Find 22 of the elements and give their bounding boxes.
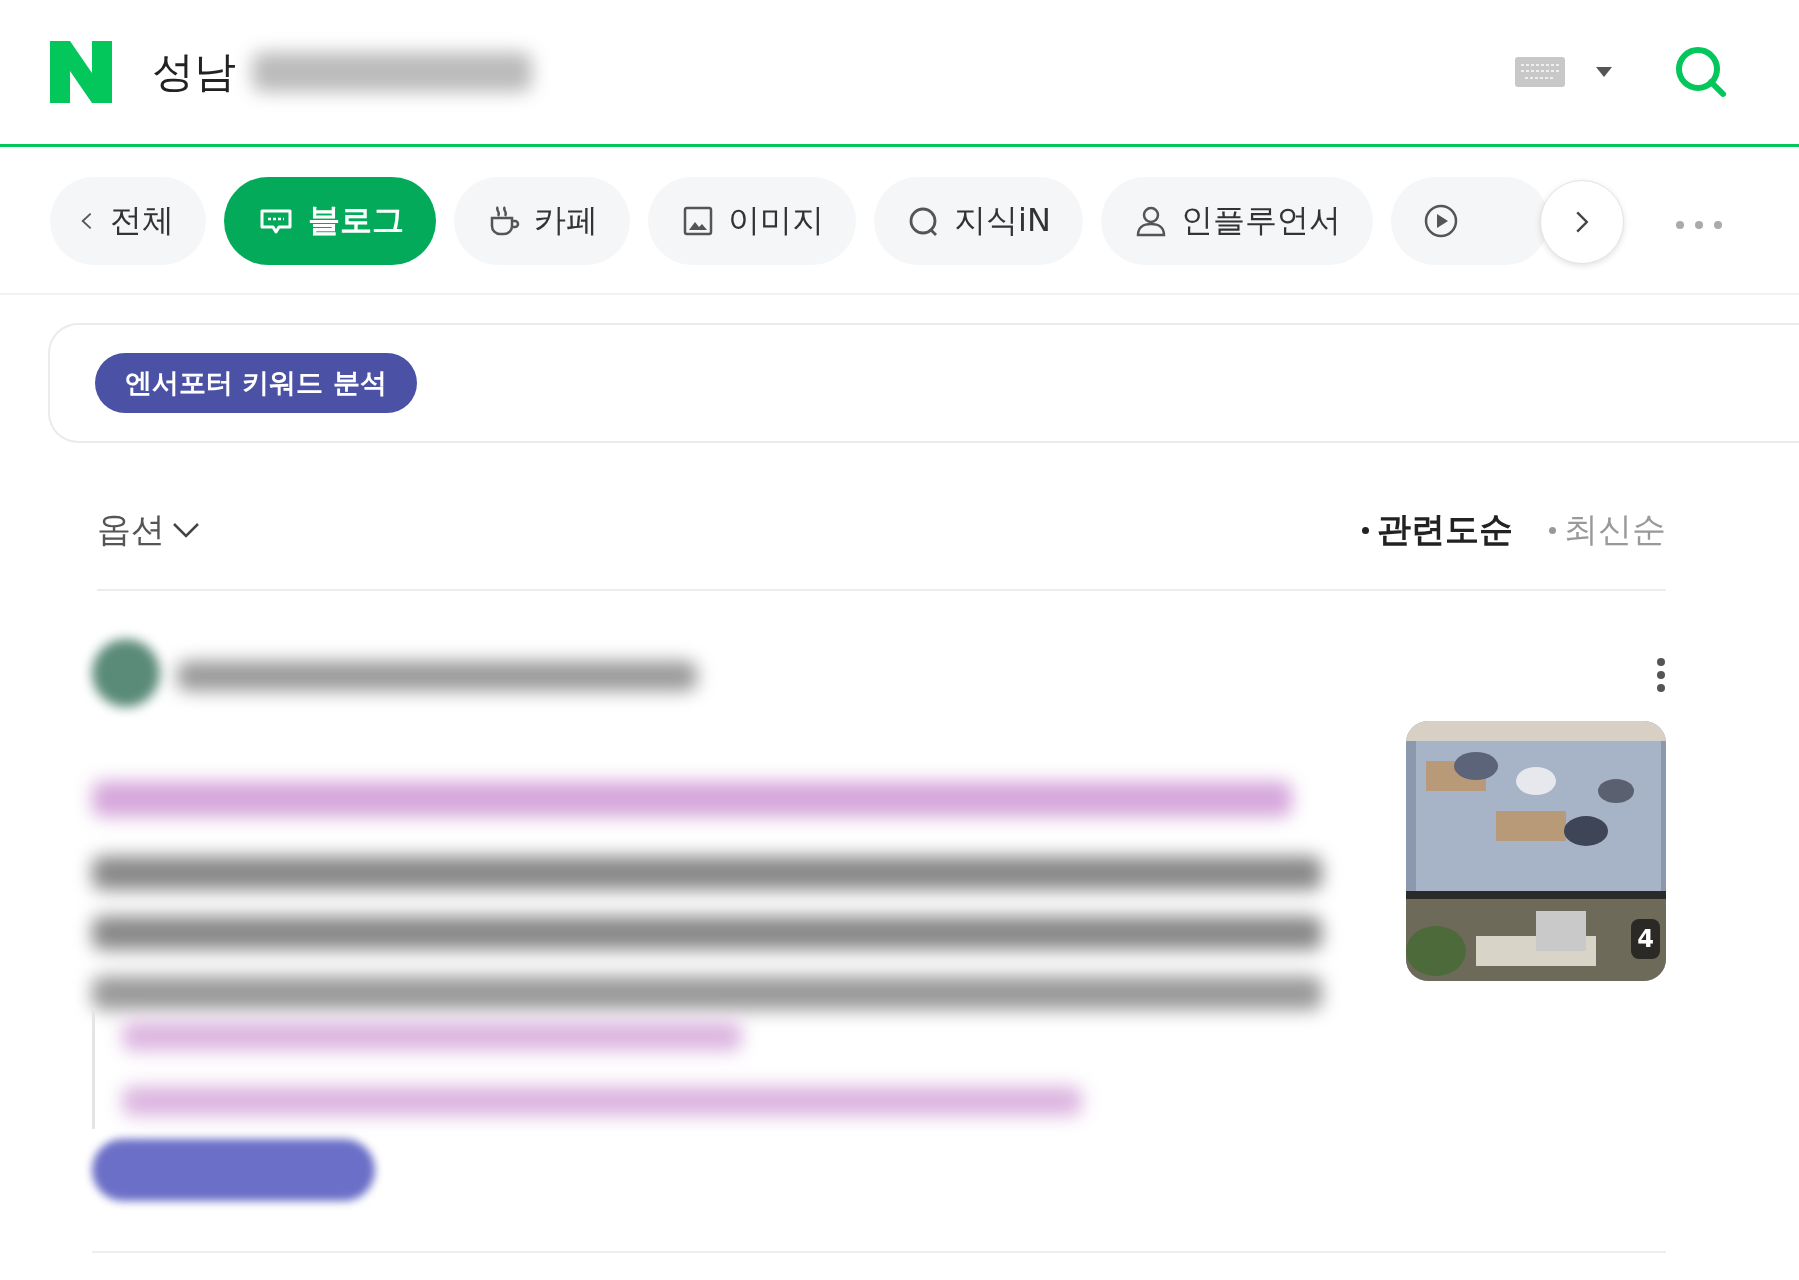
tab[interactable]: 이미지 (648, 177, 856, 265)
image-count: 4 (1631, 919, 1660, 959)
tab[interactable]: 인플루언서 (1100, 177, 1373, 265)
thumbnail[interactable]: 4 (1406, 721, 1666, 981)
search-field[interactable]: 성남 (152, 47, 252, 97)
caret-icon[interactable] (1595, 66, 1613, 78)
tab[interactable]: 카페 (454, 177, 630, 265)
next-button[interactable] (1540, 180, 1624, 264)
blurred-avatar (92, 639, 160, 707)
chevron-down-icon (171, 520, 201, 540)
logo-icon[interactable] (50, 41, 112, 103)
tab[interactable]: 전체 (50, 177, 206, 265)
search-icon[interactable] (1673, 44, 1729, 100)
chevron-right-icon (1574, 209, 1590, 235)
keyboard-icon[interactable] (1515, 57, 1565, 87)
more-vertical-icon[interactable] (1656, 657, 1666, 693)
more-icon[interactable] (1674, 219, 1724, 231)
sort-option[interactable]: 관련도순 (1362, 507, 1513, 553)
play-icon (1422, 203, 1459, 239)
tab[interactable]: 지식iN (874, 177, 1083, 265)
options-button[interactable]: 옵션 (97, 507, 201, 553)
keyword-badge[interactable]: 엔서포터 키워드 분석 (95, 353, 417, 413)
